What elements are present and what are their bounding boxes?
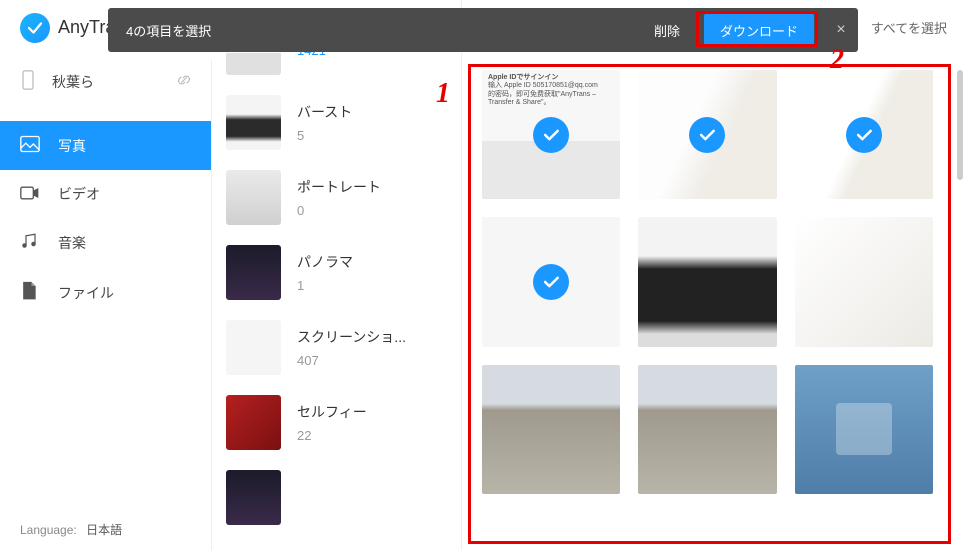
download-button[interactable]: ダウンロード — [704, 14, 814, 47]
album-list: 1421 バースト 5 ポートレート 0 パノラマ 1 スクリーンショ... 4… — [212, 0, 462, 550]
album-thumb — [226, 320, 281, 375]
music-icon — [20, 232, 44, 253]
device-row[interactable]: 秋葉ら — [0, 60, 211, 103]
album-count: 5 — [297, 128, 352, 143]
selection-toolbar: 4の項目を選択 削除 ダウンロード × — [108, 8, 858, 52]
photo-cell[interactable] — [638, 365, 776, 494]
album-row[interactable]: ポートレート 0 — [212, 160, 461, 235]
photo-cell[interactable] — [638, 70, 776, 199]
check-icon — [689, 117, 725, 153]
photo-cell[interactable] — [795, 365, 933, 494]
album-thumb — [226, 470, 281, 525]
album-thumb — [226, 170, 281, 225]
album-thumb — [226, 95, 281, 150]
album-row[interactable]: セルフィー 22 — [212, 385, 461, 460]
album-name: スクリーンショ... — [297, 327, 406, 347]
nav-label: ファイル — [58, 283, 114, 303]
phone-icon — [20, 70, 40, 93]
album-info: パノラマ 1 — [297, 252, 353, 293]
album-count: 1 — [297, 278, 353, 293]
album-count: 407 — [297, 353, 406, 368]
unlink-icon[interactable] — [175, 71, 193, 92]
album-info: セルフィー 22 — [297, 402, 367, 443]
photo-grid: Apple IDでサインイン输入 Apple ID 505170851@qq.c… — [462, 60, 953, 540]
photo-cell[interactable] — [795, 70, 933, 199]
selection-count-text: 4の項目を選択 — [126, 21, 640, 40]
album-thumb — [226, 245, 281, 300]
album-row[interactable]: スクリーンショ... 407 — [212, 310, 461, 385]
album-info: バースト 5 — [297, 102, 352, 143]
album-count: 22 — [297, 428, 367, 443]
album-info: ポートレート 0 — [297, 177, 381, 218]
album-name: パノラマ — [297, 252, 353, 272]
album-row[interactable] — [212, 460, 461, 535]
language-label: Language: — [20, 523, 77, 537]
photo-icon — [20, 135, 44, 156]
photo-cell[interactable] — [795, 217, 933, 346]
album-row[interactable]: パノラマ 1 — [212, 235, 461, 310]
photo-text: Apple IDでサインイン输入 Apple ID 505170851@qq.c… — [482, 70, 620, 112]
album-thumb — [226, 395, 281, 450]
nav-label: 写真 — [58, 136, 86, 156]
close-icon[interactable]: × — [824, 21, 858, 39]
check-icon — [533, 264, 569, 300]
photo-cell[interactable] — [482, 217, 620, 346]
file-icon — [20, 281, 44, 304]
app-logo-icon — [20, 13, 50, 43]
check-icon — [533, 117, 569, 153]
photo-cell[interactable] — [638, 217, 776, 346]
language-selector[interactable]: Language: 日本語 — [20, 521, 122, 538]
select-all-link[interactable]: すべてを選択 — [871, 18, 947, 37]
photo-cell[interactable]: Apple IDでサインイン输入 Apple ID 505170851@qq.c… — [482, 70, 620, 199]
device-name: 秋葉ら — [52, 72, 175, 92]
delete-button[interactable]: 削除 — [640, 21, 694, 40]
nav-label: 音楽 — [58, 233, 86, 253]
album-name: セルフィー — [297, 402, 367, 422]
photo-cell[interactable] — [482, 365, 620, 494]
album-name: ポートレート — [297, 177, 381, 197]
scrollbar[interactable] — [957, 70, 963, 180]
nav-music[interactable]: 音楽 — [0, 218, 211, 267]
album-row[interactable]: バースト 5 — [212, 85, 461, 160]
album-name: バースト — [297, 102, 352, 122]
nav-videos[interactable]: ビデオ — [0, 170, 211, 218]
album-count: 0 — [297, 203, 381, 218]
language-value: 日本語 — [86, 523, 122, 537]
video-icon — [20, 185, 44, 204]
sidebar: 秋葉ら 写真 ビデオ 音楽 ファイル Language: 日本語 — [0, 60, 212, 550]
nav-label: ビデオ — [58, 184, 100, 204]
nav-files[interactable]: ファイル — [0, 267, 211, 318]
check-icon — [846, 117, 882, 153]
nav-photos[interactable]: 写真 — [0, 121, 211, 170]
nav: 写真 ビデオ 音楽 ファイル — [0, 121, 211, 318]
album-info: スクリーンショ... 407 — [297, 327, 406, 368]
